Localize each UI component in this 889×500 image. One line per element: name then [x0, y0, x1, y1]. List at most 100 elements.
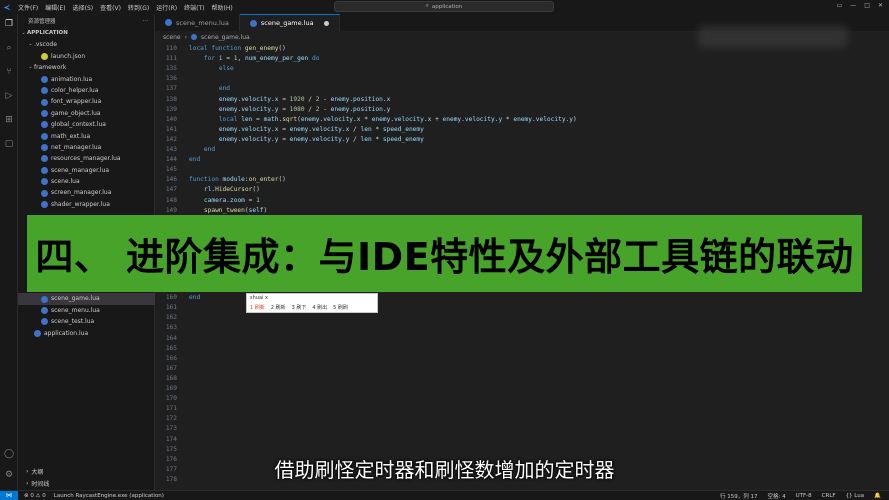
- tree-folder[interactable]: ⌄ APPLICATION: [18, 28, 154, 39]
- tree-file[interactable]: launch.json: [18, 51, 154, 62]
- ime-input: shuai x: [250, 295, 268, 301]
- tree-file[interactable]: font_wrapper.lua: [18, 96, 154, 107]
- section-banner: 四、 进阶集成：与IDE特性及外部工具链的联动: [27, 215, 862, 292]
- tree-file[interactable]: net_manager.lua: [18, 142, 154, 153]
- command-center-search[interactable]: ⌕ application: [334, 1, 554, 12]
- tree-item-label: game_object.lua: [51, 109, 101, 117]
- line-number: 148: [165, 196, 177, 204]
- ime-candidate[interactable]: 5 刷刷: [333, 304, 348, 311]
- lua-file-icon: [249, 19, 257, 27]
- menu-view[interactable]: 查看(V): [100, 3, 121, 12]
- menu-file[interactable]: 文件(F): [18, 3, 38, 12]
- menu-edit[interactable]: 编辑(E): [45, 3, 65, 12]
- menu-help[interactable]: 帮助(H): [211, 3, 232, 12]
- code-line[interactable]: enemy.velocity.x = enemy.velocity.x / le…: [189, 126, 424, 133]
- ime-candidate[interactable]: 3 刷下: [292, 304, 307, 311]
- tree-file[interactable]: scene_game.lua: [18, 293, 155, 305]
- tree-file[interactable]: game_object.lua: [18, 108, 154, 119]
- tab-scene-menu[interactable]: scene_menu.lua: [155, 14, 240, 31]
- lua-file-icon: [41, 306, 48, 314]
- indentation[interactable]: 空格: 4: [768, 492, 786, 500]
- tree-file[interactable]: scene_manager.lua: [18, 165, 154, 176]
- search-icon[interactable]: ⌕: [3, 42, 15, 54]
- code-line[interactable]: local function gen_enemy(): [189, 45, 286, 52]
- bell-icon[interactable]: 🔔: [874, 493, 881, 499]
- tree-item-label: application.lua: [44, 329, 89, 337]
- code-line[interactable]: end: [189, 156, 200, 163]
- code-line[interactable]: camera.zoom = 1: [189, 197, 260, 204]
- menu-selection[interactable]: 选择(S): [73, 3, 94, 12]
- chevron-down-icon: ⌄: [21, 30, 26, 36]
- tree-file[interactable]: scene_menu.lua: [18, 305, 155, 316]
- code-line[interactable]: enemy.velocity.y = 1080 / 2 - enemy.posi…: [189, 106, 391, 113]
- tree-file[interactable]: math_ext.lua: [18, 131, 154, 142]
- json-file-icon: [41, 52, 48, 60]
- line-number: 175: [165, 445, 177, 453]
- tree-folder[interactable]: ⌄ .vscode: [18, 39, 154, 50]
- layout-icon[interactable]: ▭: [837, 2, 843, 9]
- extensions-icon[interactable]: ⊞: [3, 114, 15, 126]
- tree-file[interactable]: application.lua: [18, 328, 155, 339]
- breadcrumb-folder[interactable]: scene: [163, 34, 181, 41]
- code-line[interactable]: end: [189, 294, 200, 301]
- code-line[interactable]: local len = math.sqrt(enemy.velocity.x *…: [189, 116, 577, 123]
- remote-indicator-icon[interactable]: ⋈: [0, 490, 18, 500]
- line-number: 137: [165, 85, 177, 93]
- code-line[interactable]: end: [189, 85, 230, 92]
- code-line[interactable]: end: [189, 146, 215, 153]
- close-icon[interactable]: ✕: [878, 2, 883, 9]
- problems-count[interactable]: ⊗ 0 ⚠ 0: [24, 493, 46, 499]
- line-ending[interactable]: CRLF: [822, 493, 836, 499]
- line-number: 145: [165, 166, 177, 174]
- code-line[interactable]: enemy.velocity.x = 1920 / 2 - enemy.posi…: [189, 96, 391, 103]
- code-line[interactable]: else: [189, 65, 234, 72]
- lua-file-icon: [41, 132, 48, 140]
- launch-config[interactable]: Launch RaycastEngine.exe (application): [54, 493, 164, 499]
- line-number: 141: [165, 125, 177, 133]
- menu-terminal[interactable]: 终端(T): [184, 3, 204, 12]
- tab-scene-game[interactable]: scene_game.lua: [239, 14, 340, 31]
- code-line[interactable]: rl.HideCursor(): [189, 186, 260, 193]
- tree-file[interactable]: shader_wrapper.lua: [18, 199, 154, 210]
- language-mode[interactable]: {} Lua: [846, 493, 865, 499]
- line-number: 136: [165, 75, 177, 83]
- lua-file-icon: [41, 109, 48, 117]
- tree-file[interactable]: resources_manager.lua: [18, 153, 154, 164]
- code-line[interactable]: enemy.velocity.y = enemy.velocity.y / le…: [189, 136, 424, 143]
- more-actions-icon[interactable]: ···: [143, 18, 148, 24]
- ime-candidate[interactable]: 4 刷出: [312, 304, 327, 311]
- remote-icon[interactable]: ▢: [3, 138, 15, 150]
- line-number: 164: [165, 334, 177, 342]
- tree-file[interactable]: color_helper.lua: [18, 85, 154, 96]
- maximize-icon[interactable]: □: [864, 2, 870, 9]
- code-line[interactable]: function module:on_enter(): [189, 176, 286, 183]
- tree-file[interactable]: animation.lua: [18, 74, 154, 85]
- line-number: 174: [165, 435, 177, 443]
- code-line[interactable]: spawn_tween(self): [189, 207, 267, 214]
- tree-file[interactable]: scene.lua: [18, 176, 154, 187]
- tree-folder[interactable]: ⌄ framework: [18, 62, 154, 73]
- source-control-icon[interactable]: ⑂: [3, 66, 15, 78]
- run-debug-icon[interactable]: ▷: [3, 90, 15, 102]
- tree-file[interactable]: global_context.lua: [18, 119, 154, 130]
- menu-run[interactable]: 运行(R): [156, 3, 177, 12]
- line-number: 142: [165, 135, 177, 143]
- encoding[interactable]: UTF-8: [796, 493, 812, 499]
- line-number: 144: [165, 156, 177, 164]
- ime-candidate-popup: shuai x 1 刷新 2 刷新 3 刷下 4 刷出 5 刷刷: [246, 293, 378, 313]
- vscode-logo-icon: ≺: [3, 2, 11, 12]
- cursor-position[interactable]: 行 159，列 17: [720, 492, 758, 500]
- unsaved-dot-icon[interactable]: [323, 20, 329, 26]
- line-number: 172: [165, 415, 177, 423]
- line-number: 163: [165, 324, 177, 332]
- ime-candidate[interactable]: 2 刷新: [271, 304, 286, 311]
- ime-candidate[interactable]: 1 刷新: [250, 304, 265, 311]
- tree-file[interactable]: scene_test.lua: [18, 316, 155, 327]
- tree-file[interactable]: screen_manager.lua: [18, 187, 154, 198]
- breadcrumb-file[interactable]: scene_game.lua: [201, 34, 250, 41]
- minimize-icon[interactable]: —: [850, 2, 856, 9]
- explorer-icon[interactable]: ❐: [3, 18, 15, 30]
- banner-title: 四、 进阶集成：与IDE特性及外部工具链的联动: [35, 235, 854, 279]
- menu-go[interactable]: 转到(G): [128, 3, 149, 12]
- code-line[interactable]: for i = 1, num_enemy_per_gen do: [189, 55, 320, 62]
